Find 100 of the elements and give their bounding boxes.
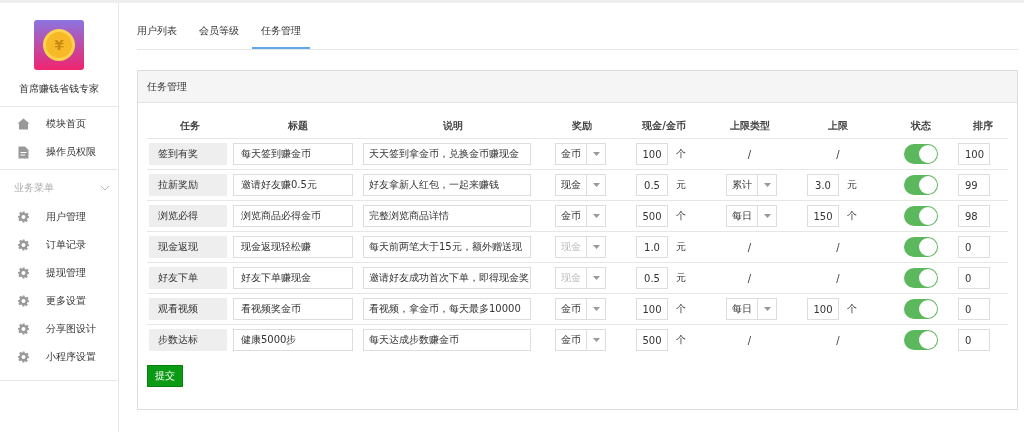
home-icon: [17, 118, 30, 130]
input-field[interactable]: 邀请好友赚0.5元: [233, 174, 353, 196]
column-header: 现金/金币: [642, 118, 686, 133]
input-field[interactable]: 健康5000步: [233, 329, 353, 351]
empty-mark: /: [747, 272, 752, 284]
input-field[interactable]: 500: [636, 205, 668, 227]
input-field[interactable]: 3.0: [807, 174, 839, 196]
select-field[interactable]: 金币: [555, 143, 606, 165]
caret-icon: [592, 338, 600, 342]
input-field[interactable]: 每天前两笔大于15元，额外赠送现: [363, 236, 531, 258]
select-field[interactable]: 金币: [555, 205, 606, 227]
sidebar-item[interactable]: 用户管理: [0, 203, 118, 231]
app-name: 首席赚钱省钱专家: [19, 82, 99, 96]
sidebar-item[interactable]: 操作员权限: [0, 138, 118, 166]
input-field[interactable]: 0.5: [636, 267, 668, 289]
select-field[interactable]: 现金: [555, 174, 606, 196]
unit-label: 元: [676, 178, 686, 192]
gear-icon: [17, 211, 30, 223]
input-field[interactable]: 完整浏览商品详情: [363, 205, 531, 227]
input-field[interactable]: 98: [958, 205, 990, 227]
input-field[interactable]: 100: [636, 143, 668, 165]
input-field[interactable]: 每天签到赚金币: [233, 143, 353, 165]
input-field[interactable]: 看视频，拿金币，每天最多10000: [363, 298, 531, 320]
select-field[interactable]: 每日: [726, 298, 777, 320]
column-header: 状态: [911, 118, 931, 133]
tab[interactable]: 任务管理: [252, 24, 310, 49]
gear-icon: [17, 267, 30, 279]
empty-mark: /: [836, 272, 840, 284]
tab[interactable]: 用户列表: [137, 24, 186, 49]
toggle-switch[interactable]: [904, 206, 938, 226]
caret-icon: [763, 214, 771, 218]
toggle-switch[interactable]: [904, 268, 938, 288]
input-field[interactable]: 100: [807, 298, 839, 320]
section-title: 业务菜单: [14, 181, 54, 195]
input-field[interactable]: 1.0: [636, 236, 668, 258]
input-field[interactable]: 0: [958, 267, 990, 289]
input-field[interactable]: 0.5: [636, 174, 668, 196]
input-field[interactable]: 0: [958, 329, 990, 351]
tab[interactable]: 会员等级: [190, 24, 248, 49]
task-label: 现金返现: [149, 236, 227, 258]
sidebar-item[interactable]: 模块首页: [0, 110, 118, 138]
input-field[interactable]: 现金返现轻松赚: [233, 236, 353, 258]
unit-label: 个: [847, 302, 857, 316]
column-header: 上限: [828, 118, 848, 133]
sidebar-item[interactable]: 小程序设置: [0, 343, 118, 371]
input-field[interactable]: 500: [636, 329, 668, 351]
sidebar-item[interactable]: 分享图设计: [0, 315, 118, 343]
empty-mark: /: [747, 148, 752, 160]
select-field[interactable]: 金币: [555, 329, 606, 351]
input-field[interactable]: 浏览商品必得金币: [233, 205, 353, 227]
input-field[interactable]: 100: [636, 298, 668, 320]
submit-button[interactable]: 提交: [147, 365, 183, 387]
sidebar-item[interactable]: 更多设置: [0, 287, 118, 315]
input-field[interactable]: 看视频奖金币: [233, 298, 353, 320]
column-header: 排序: [973, 118, 993, 133]
input-field[interactable]: 好友拿新人红包，一起来赚钱: [363, 174, 531, 196]
column-header: 上限类型: [729, 118, 770, 133]
gear-icon: [17, 239, 30, 251]
sidebar-item[interactable]: 订单记录: [0, 231, 118, 259]
unit-label: 个: [847, 209, 857, 223]
unit-label: 个: [676, 333, 686, 347]
unit-label: 元: [676, 271, 686, 285]
unit-label: 元: [847, 178, 857, 192]
caret-icon: [592, 152, 600, 156]
input-field[interactable]: 每天达成步数赚金币: [363, 329, 531, 351]
input-field[interactable]: 邀请好友成功首次下单，即得现金奖: [363, 267, 531, 289]
toggle-switch[interactable]: [904, 175, 938, 195]
select-field[interactable]: 每日: [726, 205, 777, 227]
toggle-switch[interactable]: [904, 237, 938, 257]
column-header: 任务: [180, 118, 200, 133]
column-header: 标题: [288, 118, 308, 133]
document-icon: [17, 145, 30, 159]
sidebar-item[interactable]: 提现管理: [0, 259, 118, 287]
gear-icon: [17, 295, 30, 307]
task-label: 观看视频: [149, 298, 227, 320]
input-field[interactable]: 99: [958, 174, 990, 196]
task-label: 拉新奖励: [149, 174, 227, 196]
caret-icon: [592, 307, 600, 311]
input-field[interactable]: 0: [958, 236, 990, 258]
empty-mark: /: [747, 334, 752, 346]
toggle-switch[interactable]: [904, 330, 938, 350]
panel-title: 任务管理: [147, 79, 187, 94]
toggle-switch[interactable]: [904, 144, 938, 164]
toggle-switch[interactable]: [904, 299, 938, 319]
input-field[interactable]: 0: [958, 298, 990, 320]
input-field[interactable]: 150: [807, 205, 839, 227]
unit-label: 元: [676, 240, 686, 254]
caret-icon: [763, 183, 771, 187]
input-field[interactable]: 好友下单赚现金: [233, 267, 353, 289]
task-label: 签到有奖: [149, 143, 227, 165]
empty-mark: /: [836, 334, 840, 346]
input-field[interactable]: 100: [958, 143, 990, 165]
task-label: 好友下单: [149, 267, 227, 289]
caret-icon: [592, 245, 600, 249]
select-field[interactable]: 累计: [726, 174, 777, 196]
chevron-icon[interactable]: [100, 185, 110, 191]
select-field[interactable]: 金币: [555, 298, 606, 320]
caret-icon: [592, 183, 600, 187]
app-logo: ¥: [34, 20, 84, 70]
input-field[interactable]: 天天签到拿金币，兑换金币赚现金: [363, 143, 531, 165]
